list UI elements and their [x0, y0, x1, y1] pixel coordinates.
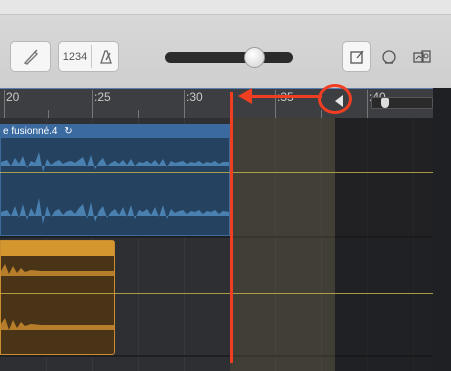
loop-icon: [381, 49, 396, 64]
region-after-playhead: [230, 118, 335, 371]
orange-region[interactable]: [0, 240, 115, 355]
media-browser-icon: [413, 49, 431, 63]
ruler-tick: [92, 90, 93, 118]
master-volume-slider[interactable]: [165, 52, 293, 63]
note-pad-button[interactable]: [342, 41, 371, 72]
loop-browser-button[interactable]: [374, 41, 403, 72]
count-in-button[interactable]: 1234: [59, 42, 91, 71]
timeline-ruler[interactable]: 20 :25 :30 :35 :40: [0, 88, 451, 118]
volume-automation-line[interactable]: [0, 172, 433, 173]
note-pad-icon: [349, 50, 363, 64]
master-volume-knob[interactable]: [244, 47, 265, 68]
loop-icon: ↻: [64, 126, 73, 137]
annotation-arrowhead-icon: [238, 88, 252, 104]
annotation-vertical-line: [230, 92, 233, 363]
ruler-tick: [4, 90, 5, 118]
audio-region-name: e fusionné.4: [3, 126, 58, 137]
count-in-metronome-group: 1234: [58, 41, 119, 72]
orange-region-header[interactable]: [1, 241, 114, 256]
volume-automation-line[interactable]: [0, 293, 433, 294]
media-browser-button[interactable]: [406, 41, 438, 72]
ruler-label-20: 20: [6, 90, 20, 104]
metronome-icon: [99, 49, 112, 64]
orange-waveform: [1, 264, 114, 330]
control-bar: 1234: [0, 0, 451, 89]
audio-region[interactable]: e fusionné.4 ↻: [0, 124, 230, 236]
beyond-project-end: [335, 118, 435, 371]
ruler-tick: [138, 110, 139, 118]
ruler-tick: [184, 90, 185, 118]
ruler-tick: [48, 110, 49, 118]
ruler-tick: [367, 90, 368, 118]
metronome-button[interactable]: [92, 42, 119, 71]
ruler-tick: [321, 110, 322, 118]
audio-region-header[interactable]: e fusionné.4 ↻: [1, 125, 229, 138]
annotation-arrow: [250, 95, 322, 98]
tuner-icon: [23, 49, 38, 65]
right-scroll-edge: [433, 88, 451, 371]
zoom-slider-thumb[interactable]: [381, 98, 389, 108]
garageband-window: 1234 20:25:30 e fusionné.4 ↻: [0, 0, 451, 371]
ruler-label-30: :30: [186, 90, 203, 104]
window-top-strip: [0, 0, 451, 15]
tuner-button[interactable]: [10, 41, 51, 72]
audio-waveform: [1, 152, 229, 224]
ruler-label-25: :25: [94, 90, 111, 104]
count-in-label: 1234: [62, 50, 88, 63]
annotation-circle: [318, 84, 352, 114]
